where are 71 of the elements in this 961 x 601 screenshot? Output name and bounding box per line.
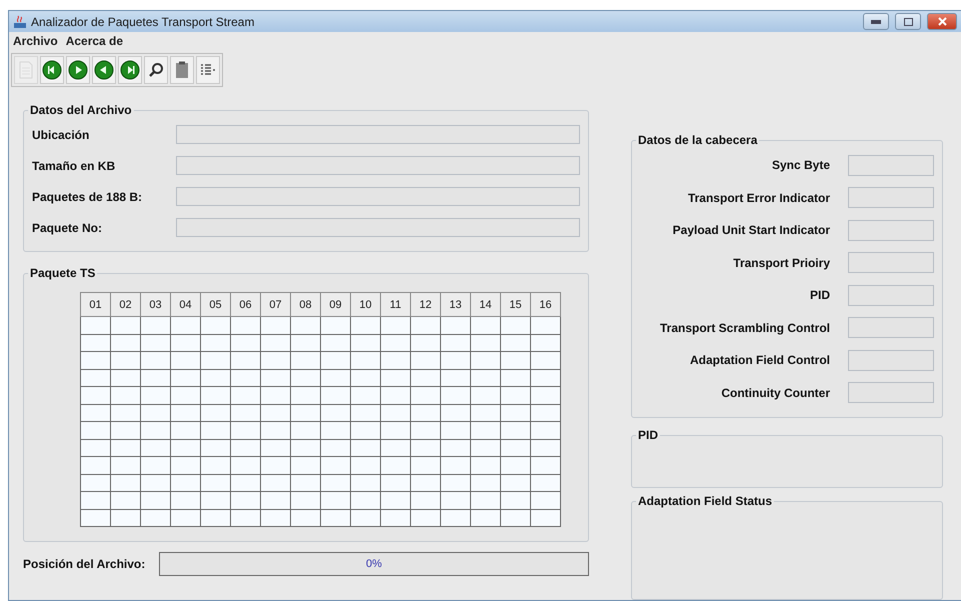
field-label: Transport Error Indicator: [688, 190, 830, 205]
column-header: 03: [140, 292, 170, 316]
menu-item[interactable]: Acerca de: [66, 34, 124, 48]
column-header: 15: [500, 292, 530, 316]
column-header: 08: [290, 292, 320, 316]
window-title: Analizador de Paquetes Transport Stream: [31, 14, 256, 29]
column-header: 11: [380, 292, 410, 316]
document-icon: [19, 61, 33, 79]
back-icon: [94, 60, 114, 80]
app-icon: [13, 14, 27, 29]
position-label: Posición del Archivo:: [23, 557, 146, 571]
panel-title: Datos del Archivo: [29, 103, 133, 117]
panel-title: PID: [637, 428, 660, 442]
input-field[interactable]: [848, 252, 934, 274]
column-header: 07: [260, 292, 290, 316]
list-icon: [200, 63, 216, 77]
column-header: 04: [170, 292, 200, 316]
input-field[interactable]: [176, 156, 580, 175]
panel-title: Paquete TS: [29, 266, 96, 280]
column-header: 16: [530, 292, 560, 316]
field-label: Tamaño en KB: [32, 158, 116, 172]
toolbar-button[interactable]: [66, 56, 90, 84]
maximize-button[interactable]: [895, 13, 921, 30]
rewind-icon: [42, 60, 62, 80]
field-label: Continuity Counter: [721, 386, 830, 400]
minimize-icon: [871, 20, 881, 24]
field-label: Transport Prioiry: [733, 256, 830, 270]
maximize-icon: [904, 18, 912, 26]
column-header: 09: [320, 292, 350, 316]
minimize-button[interactable]: [863, 13, 889, 30]
panel-title: Datos de la cabecera: [637, 133, 758, 147]
field-label: Sync Byte: [772, 158, 830, 172]
field-label: Paquete No:: [32, 220, 104, 234]
toolbar-button[interactable]: [144, 56, 168, 84]
forward-icon: [120, 60, 140, 80]
column-header: 14: [470, 292, 500, 316]
column-header: 10: [350, 292, 380, 316]
field-label: Adaptation Field Control: [690, 353, 830, 368]
field-label: PID: [810, 288, 830, 302]
field-label: Payload Unit Start Indicator: [672, 223, 830, 238]
toolbar-button[interactable]: [40, 56, 64, 84]
column-header: 02: [110, 292, 140, 316]
column-header: 12: [410, 292, 440, 316]
field-label: Transport Scrambling Control: [660, 320, 830, 335]
play-icon: [68, 60, 88, 80]
input-field[interactable]: [848, 350, 934, 371]
panel-title: Adaptation Field Status: [637, 494, 774, 508]
input-field[interactable]: [848, 154, 934, 176]
field-label: Ubicación: [32, 128, 90, 142]
close-button[interactable]: [927, 13, 957, 30]
toolbar-button[interactable]: [118, 56, 142, 84]
column-header: 05: [200, 292, 230, 316]
field-label: Paquetes de 188 B:: [32, 190, 144, 204]
search-icon: [148, 62, 164, 78]
input-field[interactable]: [848, 284, 934, 306]
column-header: 13: [440, 292, 470, 316]
toolbar-button[interactable]: [196, 56, 220, 84]
column-header: 06: [230, 292, 260, 316]
toolbar-button[interactable]: [92, 56, 116, 84]
input-field[interactable]: [848, 317, 934, 338]
input-field[interactable]: [848, 382, 934, 404]
input-field[interactable]: [848, 187, 934, 208]
column-header: 01: [80, 292, 110, 316]
clipboard-icon: [175, 61, 189, 79]
input-field[interactable]: [848, 220, 934, 241]
input-field[interactable]: [176, 218, 580, 237]
close-icon: [938, 17, 946, 26]
input-field[interactable]: [176, 187, 580, 206]
input-field[interactable]: [176, 125, 580, 144]
toolbar-button[interactable]: [170, 56, 194, 84]
menu-item[interactable]: Archivo: [13, 34, 58, 48]
